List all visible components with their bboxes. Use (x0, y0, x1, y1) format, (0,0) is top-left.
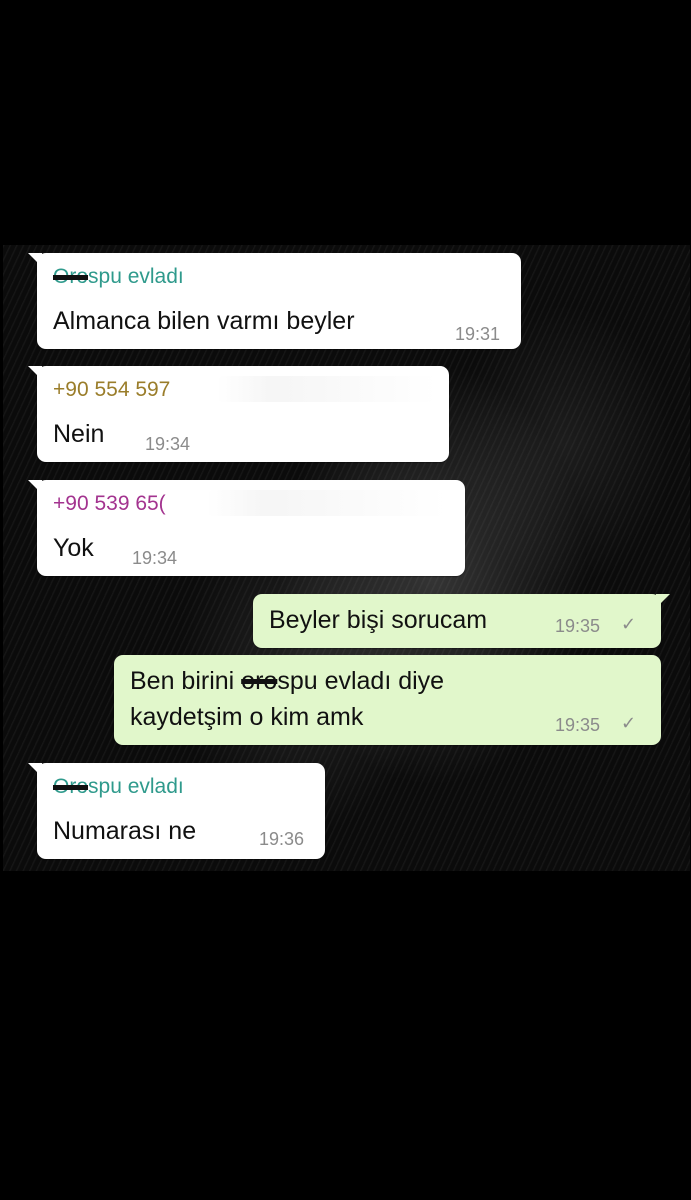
bubble-tail (28, 253, 42, 267)
sender-name: Orospu evladı (53, 265, 184, 289)
message-text-part: Ben birini (130, 667, 242, 695)
message-time: 19:35 (555, 715, 601, 735)
message-time: 19:31 (455, 324, 501, 344)
bubble-tail (28, 366, 42, 380)
chat-window: Orospu evladı Almanca bilen varmı beyler… (3, 245, 690, 871)
bubble-tail (28, 480, 42, 494)
outgoing-message[interactable]: Beyler bişi sorucam 19:35 ✓ (253, 594, 670, 648)
censored-text: oro (241, 667, 278, 695)
message-text: Nein (53, 420, 105, 448)
message-text-part: spu evladı diye (277, 667, 445, 695)
sender-name: Orospu evladı (53, 775, 184, 799)
outgoing-message[interactable]: Ben birini orospu evladı diye kaydetşim … (114, 655, 661, 745)
check-icon: ✓ (621, 614, 637, 634)
bubble-tail (28, 763, 42, 777)
censored-text: Oro (53, 775, 89, 798)
incoming-message[interactable]: Orospu evladı Almanca bilen varmı beyler… (28, 253, 521, 349)
message-text-line2: kaydetşim o kim amk (130, 703, 364, 731)
message-time: 19:34 (132, 548, 178, 568)
sender-name-rest: spu evladı (88, 775, 184, 798)
incoming-message[interactable]: +90 554 597 Nein 19:34 (28, 366, 449, 462)
message-text: Beyler bişi sorucam (269, 606, 488, 634)
screenshot-page: Orospu evladı Almanca bilen varmı beyler… (0, 0, 691, 1200)
message-text: Almanca bilen varmı beyler (53, 307, 355, 335)
incoming-message[interactable]: Orospu evladı Numarası ne 19:36 (28, 763, 325, 859)
message-text: Numarası ne (53, 817, 197, 845)
message-text-line1: Ben birini orospu evladı diye (130, 667, 444, 696)
message-text: Yok (53, 534, 94, 562)
check-icon: ✓ (621, 713, 637, 733)
message-time: 19:35 (555, 616, 601, 636)
incoming-message[interactable]: +90 539 65( Yok 19:34 (28, 480, 465, 576)
censored-text: Oro (53, 265, 89, 288)
message-time: 19:34 (145, 434, 191, 454)
message-time: 19:36 (259, 829, 305, 849)
redaction-blur (217, 376, 437, 402)
sender-name-rest: spu evladı (88, 265, 184, 288)
sender-phone: +90 554 597 (53, 378, 171, 401)
redaction-blur (207, 490, 447, 516)
bubble-tail (656, 594, 670, 608)
sender-phone: +90 539 65( (53, 492, 166, 515)
